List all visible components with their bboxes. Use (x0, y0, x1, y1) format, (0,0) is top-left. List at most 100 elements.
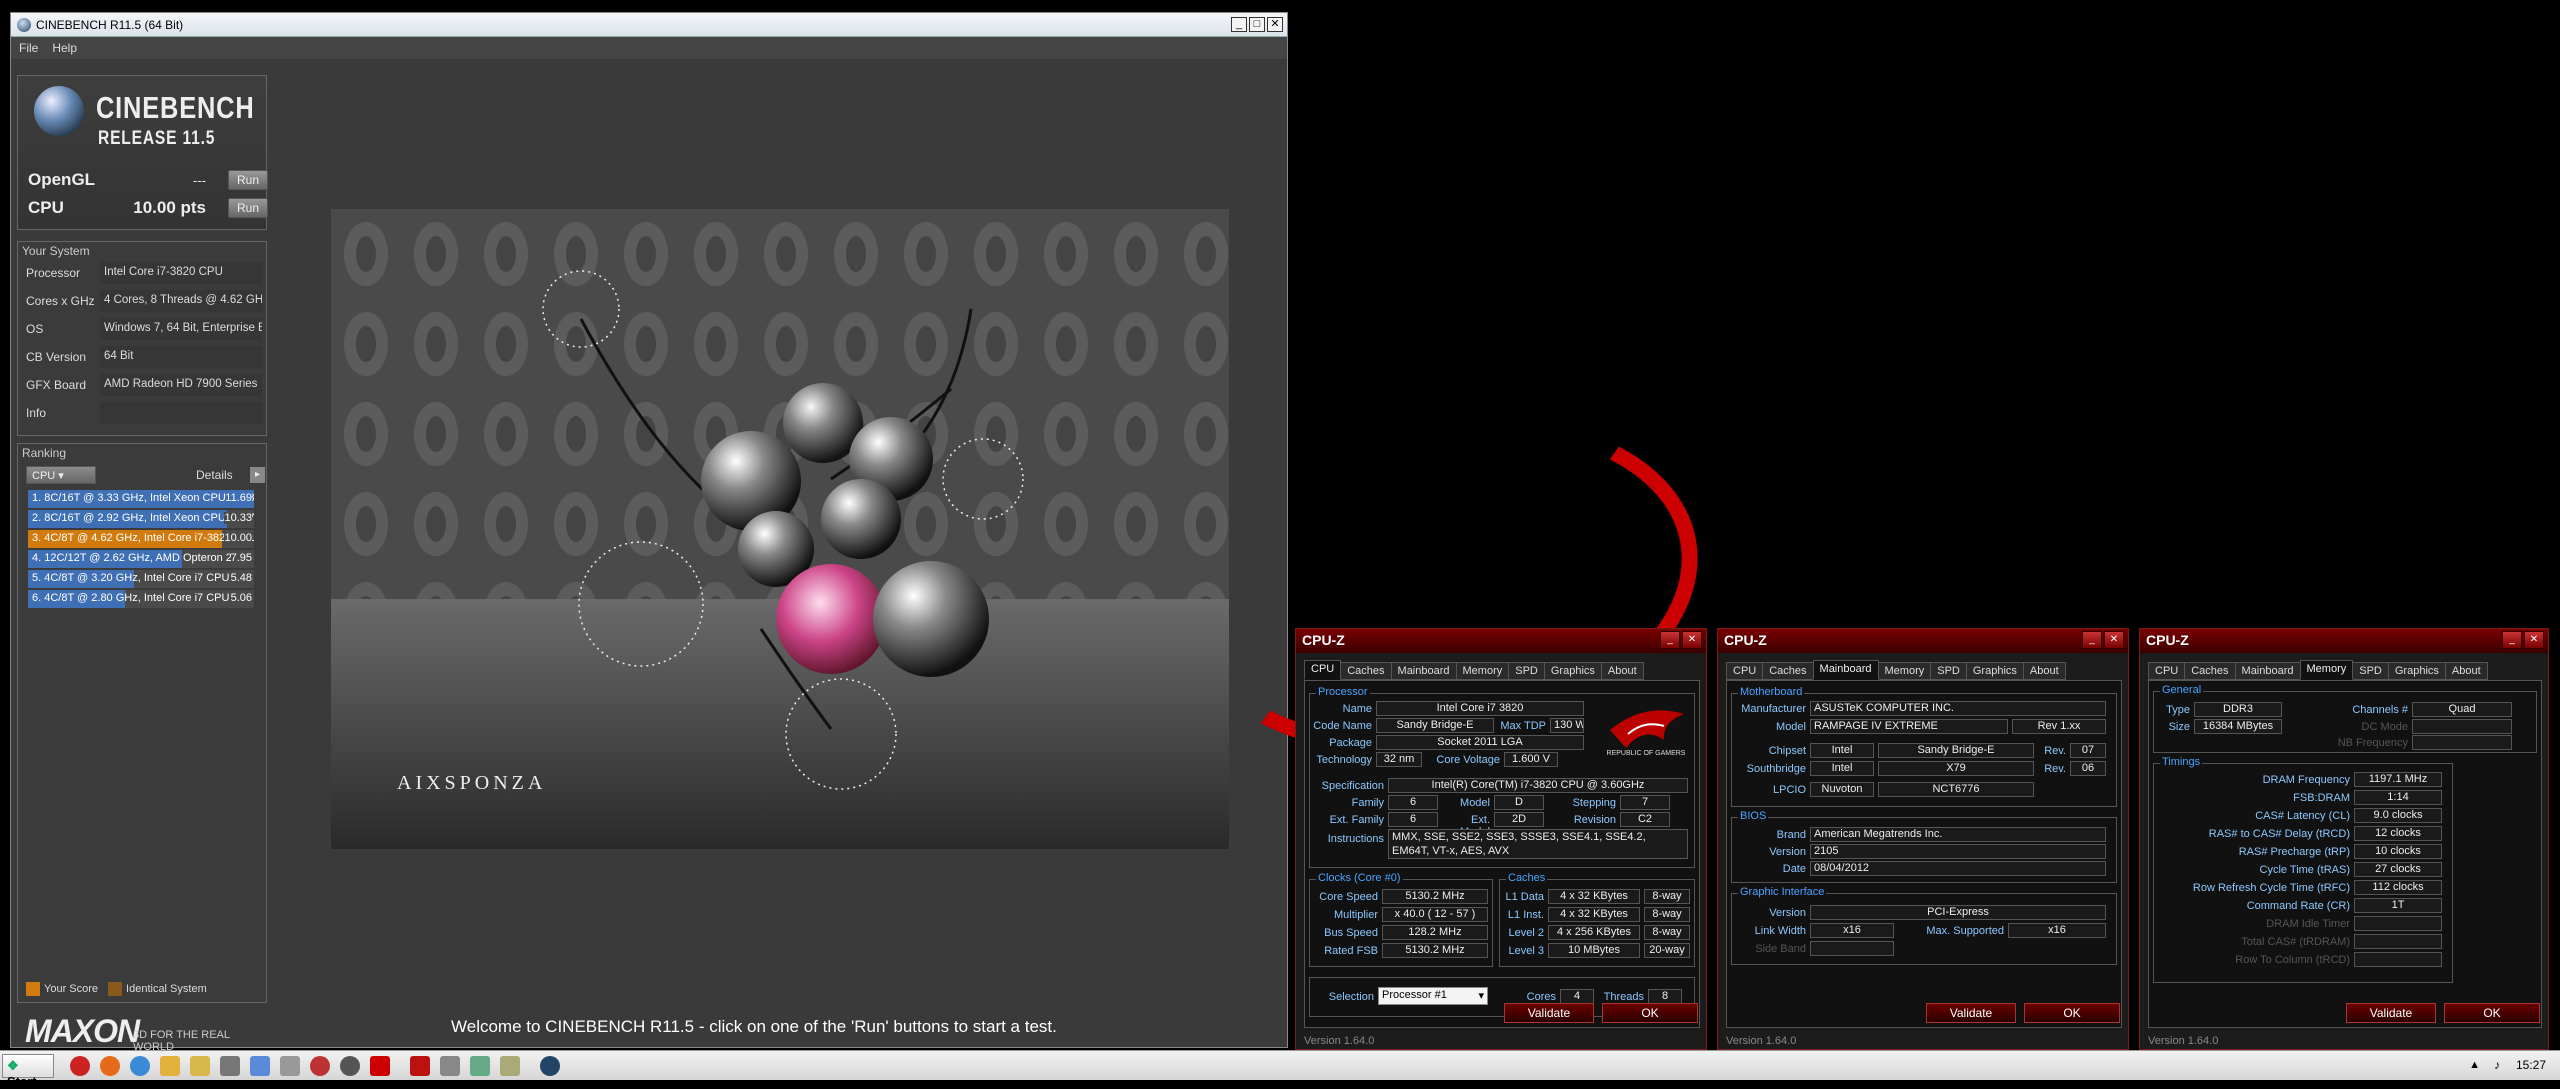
refresh-icon[interactable] (250, 1056, 270, 1076)
ranking-row[interactable]: 2. 8C/16T @ 2.92 GHz, Intel Xeon CPU X55… (28, 510, 254, 528)
validate-button[interactable]: Validate (1504, 1003, 1594, 1023)
validate-button[interactable]: Validate (2346, 1003, 2436, 1023)
monitor-icon[interactable] (440, 1056, 460, 1076)
timing-value: 9.0 clocks (2354, 808, 2442, 823)
close-button[interactable]: ✕ (1267, 17, 1283, 32)
timing-label: Total CAS# (tRDRAM) (2241, 936, 2350, 948)
cinebench-taskbar-icon[interactable] (540, 1056, 560, 1076)
maximize-button[interactable]: □ (1249, 17, 1265, 32)
tab-memory[interactable]: Memory (2299, 660, 2354, 680)
tab-caches[interactable]: Caches (1762, 662, 1814, 680)
timing-label: Row To Column (tRCD) (2235, 954, 2350, 966)
utility-icon[interactable] (500, 1056, 520, 1076)
revision-value: C2 (1620, 812, 1670, 827)
tab-memory[interactable]: Memory (1455, 662, 1510, 680)
cinebench-window: CINEBENCH R11.5 (64 Bit) _ □ ✕ File Help… (10, 12, 1288, 1053)
system-row: CB Version 64 Bit (26, 346, 262, 368)
ranking-type-dropdown[interactable]: CPU ▾ (26, 466, 96, 484)
cpuz-title-bar[interactable]: CPU-Z (1296, 629, 1706, 653)
validate-button[interactable]: Validate (1926, 1003, 2016, 1023)
info-field[interactable] (100, 402, 262, 424)
tab-caches[interactable]: Caches (2184, 662, 2236, 680)
dropdown-value: CPU (32, 470, 56, 482)
tab-cpu[interactable]: CPU (2148, 662, 2186, 680)
timing-label: RAS# Precharge (tRP) (2238, 846, 2350, 858)
ok-button[interactable]: OK (2444, 1003, 2540, 1023)
close-button[interactable]: ✕ (2104, 631, 2124, 649)
timing-label: Command Rate (CR) (2246, 900, 2350, 912)
field-label: Link Width (1754, 925, 1806, 937)
minimize-button[interactable]: _ (1660, 631, 1680, 649)
processor-select[interactable]: Processor #1 ▾ (1378, 987, 1488, 1005)
ranking-row[interactable]: 4. 12C/12T @ 2.62 GHz, AMD Opteron 2435 7… (28, 550, 254, 568)
field-label: Code Name (1313, 720, 1372, 732)
gpu-tool-icon[interactable] (310, 1056, 330, 1076)
tab-caches[interactable]: Caches (1340, 662, 1392, 680)
tab-mainboard[interactable]: Mainboard (1812, 660, 1879, 680)
clock[interactable]: 15:27 (2516, 1058, 2546, 1072)
cpuz-title-bar[interactable]: CPU-Z (1718, 629, 2128, 653)
code-name-value: Sandy Bridge-E (1376, 718, 1494, 733)
your-system-panel: Your System Processor Intel Core i7-3820 … (17, 241, 267, 436)
tray-arrow-icon[interactable]: ▲ (2469, 1059, 2480, 1071)
minimize-button[interactable]: _ (2502, 631, 2522, 649)
ranking-row[interactable]: 6. 4C/8T @ 2.80 GHz, Intel Core i7 CPU 8… (28, 590, 254, 608)
chart-icon[interactable] (470, 1056, 490, 1076)
tab-about[interactable]: About (2444, 662, 2488, 680)
tab-spd[interactable]: SPD (2352, 662, 2389, 680)
close-button[interactable]: ✕ (1682, 631, 1702, 649)
volume-icon[interactable]: ♪ (2494, 1058, 2500, 1072)
ranking-row[interactable]: 1. 8C/16T @ 3.33 GHz, Intel Xeon CPU X56… (28, 490, 254, 508)
group-label: Caches (1506, 872, 1548, 884)
ball-icon[interactable] (340, 1056, 360, 1076)
tab-mainboard[interactable]: Mainboard (2234, 662, 2301, 680)
tab-graphics[interactable]: Graphics (1965, 662, 2024, 680)
tab-graphics[interactable]: Graphics (2387, 662, 2446, 680)
menu-file[interactable]: File (19, 41, 38, 55)
group-label: Processor (1316, 686, 1370, 698)
app-icon[interactable] (280, 1056, 300, 1076)
tab-mainboard[interactable]: Mainboard (1390, 662, 1457, 680)
tool-icon[interactable] (220, 1056, 240, 1076)
cpuz-window-buttons: _ ✕ (2082, 631, 2124, 649)
details-button[interactable]: ▸ (250, 467, 265, 483)
antivirus-icon[interactable] (70, 1056, 90, 1076)
tab-graphics[interactable]: Graphics (1543, 662, 1602, 680)
start-button[interactable]: ❖ Start (2, 1054, 54, 1089)
folder-icon[interactable] (160, 1056, 180, 1076)
tab-memory[interactable]: Memory (1877, 662, 1932, 680)
cpu-row: CPU 10.00 pts Run (28, 198, 268, 220)
chevron-down-icon: ▾ (1478, 990, 1484, 1002)
media-icon[interactable] (190, 1056, 210, 1076)
firefox-icon[interactable] (100, 1056, 120, 1076)
field-label: NB Frequency (2337, 737, 2408, 749)
timing-label: DRAM Idle Timer (2266, 918, 2350, 930)
opengl-run-button[interactable]: Run (228, 170, 268, 190)
tab-about[interactable]: About (2022, 662, 2066, 680)
ranking-score: 7.95 (230, 552, 252, 564)
model-value: RAMPAGE IV EXTREME (1810, 719, 2008, 734)
ie-icon[interactable] (130, 1056, 150, 1076)
tab-cpu[interactable]: CPU (1304, 660, 1342, 680)
menu-help[interactable]: Help (52, 41, 77, 55)
cinebench-title-bar[interactable]: CINEBENCH R11.5 (64 Bit) _ □ ✕ (11, 13, 1287, 37)
cpuz-taskbar-icon[interactable] (370, 1056, 390, 1076)
minimize-button[interactable]: _ (1231, 17, 1247, 32)
ok-button[interactable]: OK (1602, 1003, 1698, 1023)
cpu-run-button[interactable]: Run (228, 198, 268, 218)
close-button[interactable]: ✕ (2524, 631, 2544, 649)
ok-button[interactable]: OK (2024, 1003, 2120, 1023)
cpuz-cpu-body: Processor Name Intel Core i7 3820 Code N… (1304, 680, 1700, 1028)
cpuz-title-bar[interactable]: CPU-Z (2140, 629, 2548, 653)
ranking-row[interactable]: 5. 4C/8T @ 3.20 GHz, Intel Core i7 CPU 9… (28, 570, 254, 588)
ranking-row[interactable]: 3. 4C/8T @ 4.62 GHz, Intel Core i7-3820 … (28, 530, 254, 548)
msi-icon[interactable] (410, 1056, 430, 1076)
minimize-button[interactable]: _ (2082, 631, 2102, 649)
cache-way-value: 8-way (1644, 925, 1690, 940)
tab-spd[interactable]: SPD (1508, 662, 1545, 680)
tab-cpu[interactable]: CPU (1726, 662, 1764, 680)
tab-spd[interactable]: SPD (1930, 662, 1967, 680)
tab-about[interactable]: About (1600, 662, 1644, 680)
timing-value: 10 clocks (2354, 844, 2442, 859)
southbridge-value: X79 (1878, 761, 2034, 776)
